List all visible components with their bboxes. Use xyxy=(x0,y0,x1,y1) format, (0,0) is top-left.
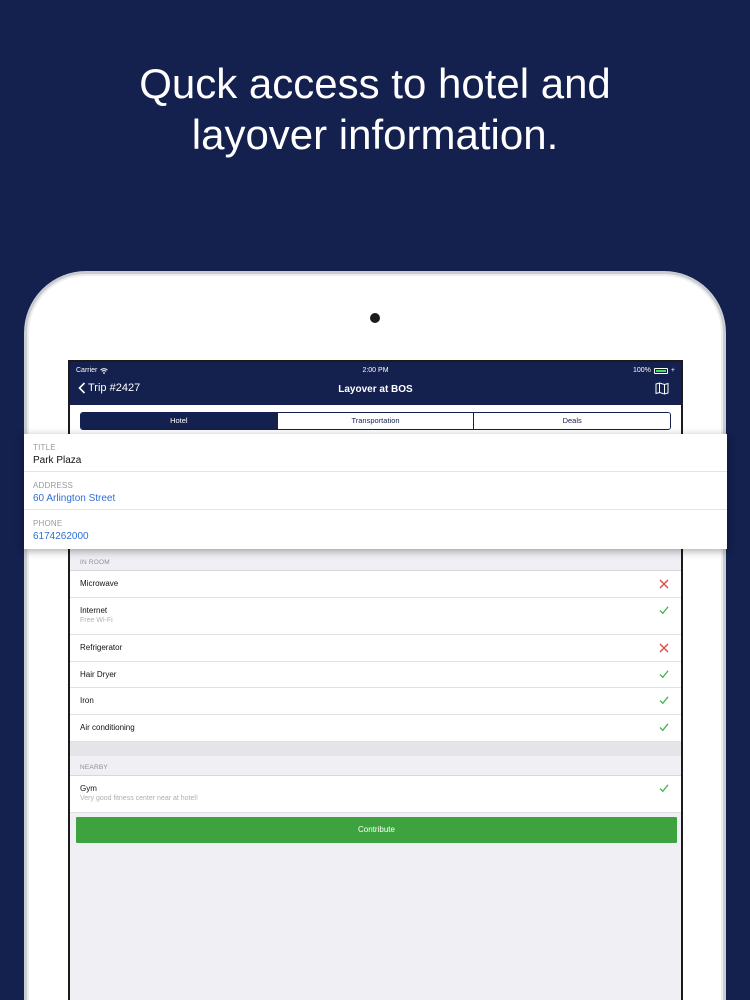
segmented-control: Hotel Transportation Deals xyxy=(80,412,671,430)
headline-line-2: layover information. xyxy=(191,111,559,158)
cross-icon xyxy=(659,643,669,653)
check-icon xyxy=(659,606,669,615)
nearby-label: Gym xyxy=(80,784,97,793)
amenity-row-iron[interactable]: Iron xyxy=(70,688,681,715)
amenity-row-internet[interactable]: Internet Free Wi-Fi xyxy=(70,598,681,635)
hotel-name: Park Plaza xyxy=(33,455,82,466)
amenity-label: Air conditioning xyxy=(80,723,135,732)
check-icon xyxy=(659,696,669,705)
address-label: ADDRESS xyxy=(33,481,74,490)
tab-deals[interactable]: Deals xyxy=(473,413,670,429)
check-icon xyxy=(659,784,669,793)
headline: Quck access to hotel and layover informa… xyxy=(0,58,750,160)
nearby-sublabel: Very good fitness center near at hotel! xyxy=(80,795,198,802)
hotel-info-card: TITLE Park Plaza ADDRESS 60 Arlington St… xyxy=(24,434,727,549)
in-room-header: IN ROOM xyxy=(70,551,681,571)
in-room-section: IN ROOM Microwave Internet Free Wi-Fi Re… xyxy=(70,551,681,813)
card-row-phone: PHONE 6174262000 xyxy=(24,510,727,548)
amenity-label: Microwave xyxy=(80,579,119,588)
camera-dot xyxy=(370,313,380,323)
nearby-header: NEARBY xyxy=(70,756,681,776)
amenity-row-hair-dryer[interactable]: Hair Dryer xyxy=(70,662,681,688)
contribute-button[interactable]: Contribute xyxy=(76,817,677,843)
nav-title: Layover at BOS xyxy=(338,384,413,395)
map-icon[interactable] xyxy=(655,382,669,395)
title-label: TITLE xyxy=(33,443,56,452)
check-icon xyxy=(659,723,669,732)
battery-icon xyxy=(653,367,668,374)
card-row-address: ADDRESS 60 Arlington Street xyxy=(24,472,727,510)
amenity-label: Refrigerator xyxy=(80,643,123,652)
phone-label: PHONE xyxy=(33,519,63,528)
status-battery: 100% + xyxy=(633,367,675,374)
address-link[interactable]: 60 Arlington Street xyxy=(33,493,727,504)
tab-transportation[interactable]: Transportation xyxy=(276,413,474,429)
tab-hotel[interactable]: Hotel xyxy=(81,413,277,429)
charging-icon: + xyxy=(670,367,675,374)
amenity-row-microwave[interactable]: Microwave xyxy=(70,571,681,598)
status-time: 2:00 PM xyxy=(362,367,389,374)
section-spacer xyxy=(70,742,681,756)
amenity-label: Hair Dryer xyxy=(80,670,117,679)
amenity-sublabel: Free Wi-Fi xyxy=(80,617,113,624)
check-icon xyxy=(659,670,669,679)
amenity-label: Iron xyxy=(80,696,94,705)
battery-label: 100% xyxy=(633,367,651,374)
cross-icon xyxy=(659,579,669,589)
phone-link[interactable]: 6174262000 xyxy=(33,531,727,542)
segment-bar: Hotel Transportation Deals xyxy=(70,405,681,435)
amenity-row-refrigerator[interactable]: Refrigerator xyxy=(70,635,681,662)
nearby-row-gym[interactable]: Gym Very good fitness center near at hot… xyxy=(70,776,681,813)
navigation-bar: Carrier 2:00 PM 100% + Trip #2427 Layove… xyxy=(70,362,681,405)
headline-line-1: Quck access to hotel and xyxy=(139,60,611,107)
amenity-row-air-conditioning[interactable]: Air conditioning xyxy=(70,715,681,742)
card-row-title: TITLE Park Plaza xyxy=(24,434,727,472)
amenity-label: Internet xyxy=(80,606,108,615)
